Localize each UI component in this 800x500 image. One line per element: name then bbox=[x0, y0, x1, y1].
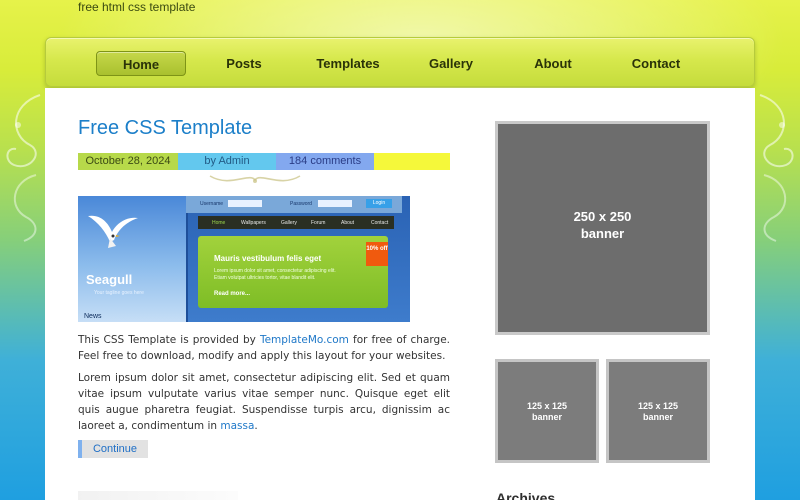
post-meta-bar: October 28, 2024 by Admin 184 comments bbox=[78, 153, 450, 170]
post-image-panel-line-2: Etiam volutpat ultricies tortor, vitae b… bbox=[214, 275, 316, 281]
post-image[interactable]: Seagull Your tagline goes here News User… bbox=[78, 196, 410, 322]
post-paragraph-1-prefix: This CSS Template is provided by bbox=[78, 334, 260, 346]
post-image-nav-forum: Forum bbox=[311, 220, 326, 226]
post-image-password-label: Password bbox=[290, 201, 312, 207]
post-image-news-label: News bbox=[84, 313, 102, 320]
nav-item-about[interactable]: About bbox=[518, 51, 588, 76]
templatemo-link[interactable]: TemplateMo.com bbox=[260, 334, 349, 346]
post-image-username-field bbox=[228, 200, 262, 207]
nav-item-gallery[interactable]: Gallery bbox=[416, 51, 486, 76]
post-image-nav-home: Home bbox=[212, 220, 226, 226]
meta-ornament bbox=[209, 175, 301, 183]
post-image-nav-wallpapers: Wallpapers bbox=[241, 220, 266, 226]
post-paragraph-2: Lorem ipsum dolor sit amet, consectetur … bbox=[78, 370, 450, 434]
banner-125x125-2-size: 125 x 125 bbox=[637, 401, 679, 411]
post-paragraph-2-suffix: . bbox=[254, 420, 258, 432]
post-image-discount-badge: 10% off bbox=[366, 242, 388, 266]
post-image-nav-about: About bbox=[341, 220, 355, 226]
next-post-heading-faded bbox=[78, 491, 238, 500]
banner-250x250-label: 250 x 250 banner bbox=[495, 208, 710, 242]
banner-125x125-2-word: banner bbox=[642, 412, 673, 422]
post-image-nav-gallery: Gallery bbox=[281, 220, 297, 226]
main-nav: Home Posts Templates Gallery About Conta… bbox=[45, 37, 755, 87]
post-image-login-button: Login bbox=[366, 199, 392, 208]
site-tagline: free html css template bbox=[78, 0, 196, 14]
post-author[interactable]: by Admin bbox=[178, 153, 276, 170]
post-image-nav-contact: Contact bbox=[371, 220, 389, 226]
post-image-brand: Seagull bbox=[86, 272, 133, 287]
nav-item-posts[interactable]: Posts bbox=[209, 51, 279, 76]
banner-125x125-2-label: 125 x 125 banner bbox=[606, 401, 710, 423]
banner-250x250-size: 250 x 250 bbox=[573, 209, 632, 224]
seagull-icon bbox=[88, 215, 138, 248]
left-swirl-ornament bbox=[6, 94, 41, 242]
post-image-tagline: Your tagline goes here bbox=[94, 290, 144, 296]
post-image-username-label: Username bbox=[200, 201, 224, 207]
nav-item-templates[interactable]: Templates bbox=[303, 51, 393, 76]
banner-125x125-1-label: 125 x 125 banner bbox=[495, 401, 599, 423]
banner-125x125-1-size: 125 x 125 bbox=[526, 401, 568, 411]
post-paragraph-1: This CSS Template is provided by Templat… bbox=[78, 332, 450, 364]
nav-item-contact[interactable]: Contact bbox=[621, 51, 691, 76]
nav-item-home[interactable]: Home bbox=[96, 51, 186, 76]
post-date: October 28, 2024 bbox=[78, 153, 178, 170]
banner-250x250-word: banner bbox=[580, 226, 625, 241]
post-meta-tail bbox=[374, 153, 450, 170]
post-image-password-field bbox=[318, 200, 352, 207]
post-image-panel-line-1: Lorem ipsum dolor sit amet, consectetur … bbox=[214, 268, 336, 274]
banner-125x125-1-word: banner bbox=[531, 412, 562, 422]
right-swirl-ornament bbox=[759, 94, 794, 242]
post-image-read-more: Read more... bbox=[214, 291, 251, 297]
sidebar-archives-heading: Archives bbox=[496, 490, 556, 500]
continue-button[interactable]: Continue bbox=[78, 440, 148, 458]
post-title[interactable]: Free CSS Template bbox=[78, 117, 252, 140]
post-paragraph-2-prefix: Lorem ipsum dolor sit amet, consectetur … bbox=[78, 372, 450, 432]
post-comments-count[interactable]: 184 comments bbox=[276, 153, 374, 170]
massa-link[interactable]: massa bbox=[220, 420, 254, 432]
post-image-panel-title: Mauris vestibulum felis eget bbox=[214, 254, 322, 263]
